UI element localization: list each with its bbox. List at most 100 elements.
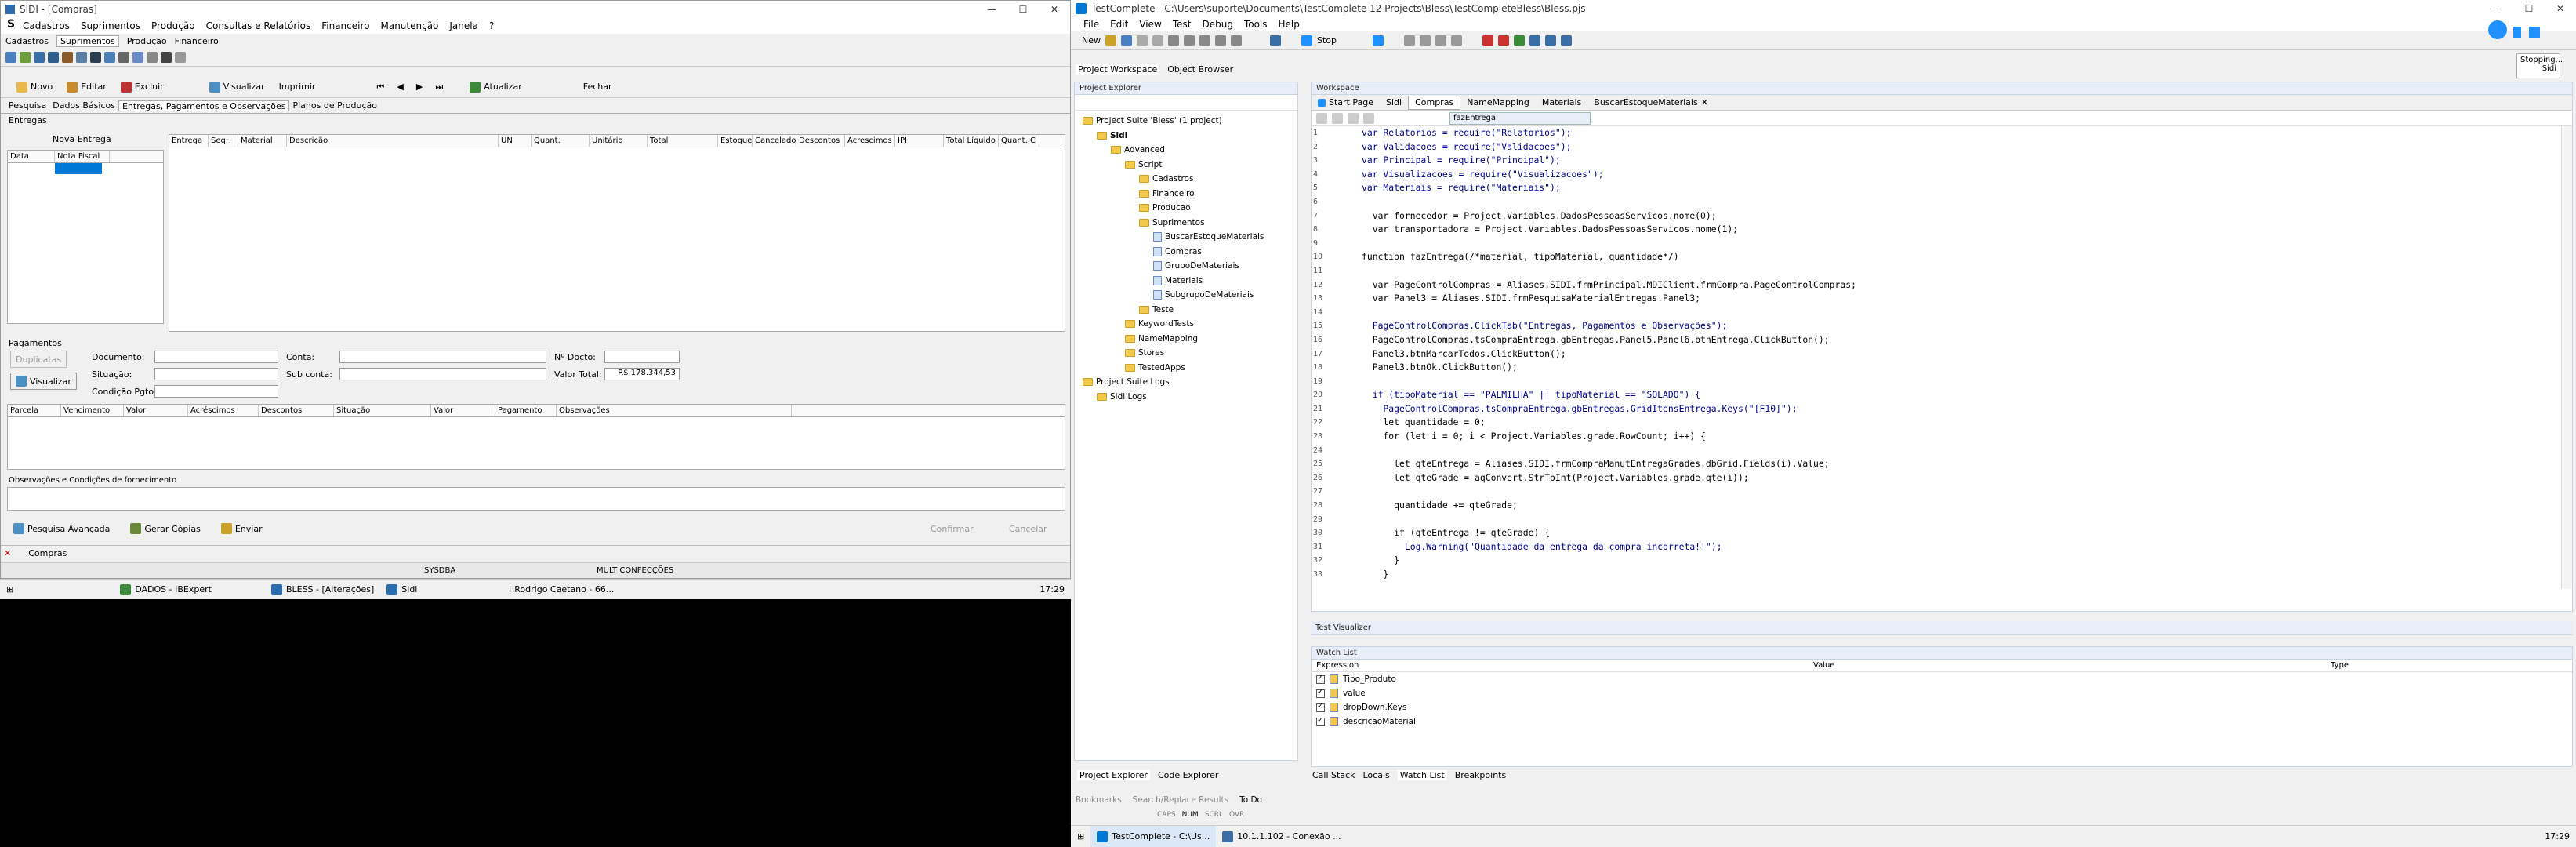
toolbar-icon-11[interactable]: [147, 51, 158, 63]
taskbar-remote[interactable]: 10.1.1.102 - Conexão ...: [1216, 826, 1347, 847]
tab-project-explorer[interactable]: Project Explorer: [1077, 770, 1150, 780]
nova-entrega-button[interactable]: Nova Entrega: [53, 134, 111, 144]
tc-maximize-button[interactable]: ☐: [2513, 3, 2545, 14]
code-line[interactable]: [1362, 264, 1856, 278]
toolbar-icon-8[interactable]: [104, 51, 115, 63]
code-line[interactable]: var fornecedor = Project.Variables.Dados…: [1362, 209, 1856, 224]
watch-checkbox[interactable]: [1316, 702, 1325, 712]
code-line[interactable]: [1362, 306, 1856, 320]
code-line[interactable]: var Relatorios = require("Relatorios");: [1362, 126, 1856, 140]
tree-node[interactable]: NameMapping: [1075, 332, 1297, 347]
tab-todo[interactable]: To Do: [1239, 795, 1262, 805]
code-line[interactable]: }: [1362, 568, 1856, 582]
tab-bookmarks[interactable]: Bookmarks: [1076, 795, 1122, 805]
code-line[interactable]: Panel3.btnMarcarTodos.ClickButton();: [1362, 347, 1856, 362]
menu-financeiro[interactable]: Financeiro: [321, 20, 369, 31]
editor-tool-1-icon[interactable]: [1316, 112, 1327, 124]
tree-node[interactable]: Suprimentos: [1075, 216, 1297, 231]
options-icon[interactable]: [1561, 35, 1573, 46]
tab-pesquisa[interactable]: Pesquisa: [5, 100, 49, 111]
tab-search-replace[interactable]: Search/Replace Results: [1133, 795, 1228, 805]
tab-dados-basicos[interactable]: Dados Básicos: [49, 100, 118, 111]
editor-tab-start-page[interactable]: Start Page: [1312, 96, 1380, 110]
code-line[interactable]: var PageControlCompras = Aliases.SIDI.fr…: [1362, 278, 1856, 293]
spy-icon[interactable]: [1514, 35, 1526, 46]
confirmar-button[interactable]: Confirmar: [926, 520, 978, 537]
run-icon[interactable]: [1270, 35, 1281, 46]
tc-menu-edit[interactable]: Edit: [1110, 19, 1128, 30]
code-line[interactable]: var Validacoes = require("Validacoes");: [1362, 140, 1856, 154]
indicator-stop-icon[interactable]: [2529, 27, 2540, 38]
tab-call-stack[interactable]: Call Stack: [1312, 770, 1355, 780]
step-into-icon[interactable]: [1420, 35, 1431, 46]
map-icon[interactable]: [1529, 35, 1541, 46]
code-line[interactable]: var Panel3 = Aliases.SIDI.frmPesquisaMat…: [1362, 292, 1856, 306]
watch-row[interactable]: Tipo_Produto: [1312, 672, 2572, 686]
code-editor[interactable]: 1 2 3 4 5 6 7 8 9 10 11 12 13 14 15 16 17 18 19 20 21 22 23 24 2…: [1312, 126, 2572, 589]
code-line[interactable]: let quantidade = 0;: [1362, 416, 1856, 430]
tc-menu-tools[interactable]: Tools: [1244, 19, 1268, 30]
toolbar-icon-9[interactable]: [118, 51, 129, 63]
duplicatas-button[interactable]: Duplicatas: [10, 351, 67, 368]
toolbar-icon-12[interactable]: [161, 51, 172, 63]
menu-suprimentos[interactable]: Suprimentos: [81, 20, 140, 31]
documento-select[interactable]: [154, 351, 278, 363]
step-out-icon[interactable]: [1451, 35, 1463, 46]
editor-tab-compras[interactable]: Compras: [1408, 95, 1461, 110]
ndocto-field[interactable]: [604, 351, 680, 363]
tree-node[interactable]: Sidi Logs: [1075, 390, 1297, 405]
code-vscrollbar[interactable]: [2561, 126, 2572, 589]
editor-tab-buscar[interactable]: BuscarEstoqueMateriais ✕: [1587, 96, 1714, 110]
obs-textarea[interactable]: [7, 487, 1065, 511]
module-tab-cadastros[interactable]: Cadastros: [5, 36, 49, 46]
step-icon[interactable]: [1404, 35, 1416, 46]
toolbar-icon-13[interactable]: [175, 51, 186, 63]
record-icon[interactable]: [1498, 35, 1510, 46]
visualizar-button[interactable]: Visualizar: [205, 78, 270, 96]
code-line[interactable]: var Principal = require("Principal");: [1362, 154, 1856, 168]
code-line[interactable]: }: [1362, 554, 1856, 568]
toolbar-icon-5[interactable]: [62, 51, 73, 63]
editor-tool-3-icon[interactable]: [1348, 112, 1359, 124]
toolbar-icon-4[interactable]: [48, 51, 59, 63]
atualizar-button[interactable]: Atualizar: [465, 78, 527, 96]
entregas-grid[interactable]: Data Nota Fiscal: [7, 150, 164, 324]
pag-visualizar-button[interactable]: Visualizar: [10, 373, 77, 390]
menu-help[interactable]: ?: [489, 20, 494, 31]
toolbar-icon-3[interactable]: [34, 51, 45, 63]
menu-janela[interactable]: Janela: [449, 20, 478, 31]
code-text[interactable]: var Relatorios = require("Relatorios"); v…: [1343, 126, 1856, 589]
tc-menu-view[interactable]: View: [1139, 19, 1161, 30]
find-icon[interactable]: [1215, 35, 1226, 46]
tree-node[interactable]: Producao: [1075, 201, 1297, 216]
tree-node[interactable]: Teste: [1075, 303, 1297, 318]
novo-button[interactable]: Novo: [12, 78, 57, 96]
watch-row[interactable]: dropDown.Keys: [1312, 700, 2572, 714]
tree-node[interactable]: Project Suite Logs: [1075, 375, 1297, 390]
toolbar-icon-7[interactable]: [90, 51, 101, 63]
editor-tool-2-icon[interactable]: [1332, 112, 1343, 124]
code-line[interactable]: function fazEntrega(/*material, tipoMate…: [1362, 250, 1856, 264]
watch-row[interactable]: descricaoMaterial: [1312, 714, 2572, 729]
step-over-icon[interactable]: [1435, 35, 1447, 46]
toolbar-icon-2[interactable]: [20, 51, 31, 63]
editor-tool-4-icon[interactable]: [1363, 112, 1374, 124]
taskbar-ibexpert[interactable]: DADOS - IBExpert: [114, 580, 218, 599]
code-line[interactable]: if (qteEntrega != qteGrade) {: [1362, 526, 1856, 540]
tc-menu-debug[interactable]: Debug: [1202, 19, 1232, 30]
taskbar-sidi[interactable]: Sidi: [380, 580, 423, 599]
tc-menu-test[interactable]: Test: [1173, 19, 1192, 30]
undo-icon[interactable]: [1137, 35, 1148, 46]
save-icon[interactable]: [1121, 35, 1132, 46]
situacao-select[interactable]: [154, 368, 278, 380]
code-line[interactable]: let qteGrade = aqConvert.StrToInt(Projec…: [1362, 471, 1856, 485]
selected-cell[interactable]: [55, 163, 102, 174]
open-icon[interactable]: [1105, 35, 1116, 46]
code-line[interactable]: quantidade += qteGrade;: [1362, 499, 1856, 513]
code-line[interactable]: var Visualizacoes = require("Visualizaco…: [1362, 168, 1856, 182]
watch-checkbox[interactable]: [1316, 688, 1325, 698]
tree-node[interactable]: BuscarEstoqueMateriais: [1075, 230, 1297, 245]
code-line[interactable]: [1362, 237, 1856, 251]
tab-breakpoints[interactable]: Breakpoints: [1455, 770, 1507, 780]
code-line[interactable]: let qteEntrega = Aliases.SIDI.frmCompraM…: [1362, 457, 1856, 471]
